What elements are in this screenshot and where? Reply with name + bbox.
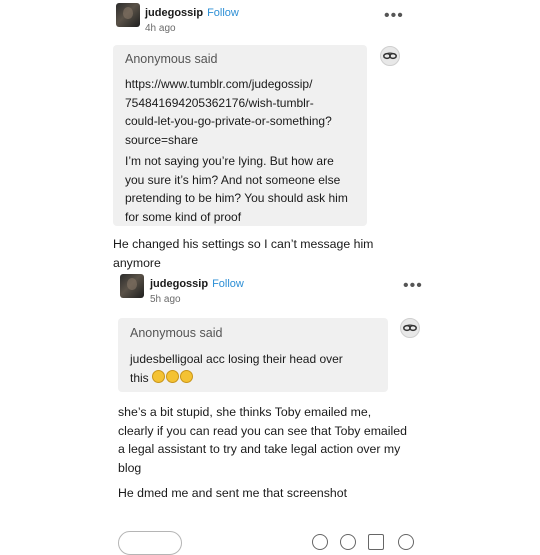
- post-header: judegossip Follow 5h ago: [150, 274, 244, 305]
- answer-line: she’s a bit stupid, she thinks Toby emai…: [118, 405, 372, 419]
- ask-question: judesbelligoal acc losing their head ove…: [130, 350, 380, 387]
- asker-name: Anonymous: [130, 326, 197, 340]
- reply-icon[interactable]: [340, 534, 356, 550]
- reblog-icon[interactable]: [368, 534, 384, 550]
- post-header: judegossip Follow 4h ago: [145, 3, 239, 34]
- post-time: 5h ago: [150, 294, 181, 305]
- crying-laughing-emoji-icon: [166, 369, 180, 383]
- avatar[interactable]: [120, 274, 144, 298]
- share-icon[interactable]: [312, 534, 328, 550]
- crying-laughing-emoji-icon: [152, 369, 166, 383]
- post-answer: He changed his settings so I can’t messa…: [113, 235, 413, 273]
- said-label: said: [194, 52, 218, 66]
- anonymous-mask-icon: [380, 46, 400, 66]
- question-line: pretending to be him? You should ask him: [125, 191, 348, 205]
- question-line: for some kind of proof: [125, 209, 242, 224]
- username-link[interactable]: judegossip: [145, 7, 203, 19]
- answer-line: clearly if you can read you can see that…: [118, 423, 407, 438]
- post-answer: she’s a bit stupid, she thinks Toby emai…: [118, 403, 428, 477]
- notes-button[interactable]: [118, 531, 182, 555]
- ask-link[interactable]: https://www.tumblr.com/judegossip/ 75484…: [125, 75, 361, 149]
- post-answer-2: He dmed me and sent me that screenshot: [118, 484, 428, 503]
- link-line: 754841694205362176/wish-tumblr-: [125, 95, 314, 110]
- like-heart-icon[interactable]: [398, 534, 414, 550]
- ask-card: Anonymous said https://www.tumblr.com/ju…: [113, 45, 367, 226]
- crying-laughing-emoji-icon: [180, 369, 194, 383]
- ask-question: I’m not saying you’re lying. But how are…: [125, 152, 365, 226]
- more-options-icon[interactable]: •••: [403, 278, 423, 294]
- link-line: could-let-you-go-private-or-something?: [125, 114, 332, 128]
- link-line: source=share: [125, 132, 199, 147]
- answer-line: anymore: [113, 256, 161, 270]
- answer-line: blog: [118, 460, 142, 475]
- post-time: 4h ago: [145, 23, 176, 34]
- avatar[interactable]: [116, 3, 140, 27]
- more-options-icon[interactable]: •••: [384, 8, 404, 24]
- answer-line: He changed his settings so I can’t messa…: [113, 237, 374, 251]
- question-line: this: [130, 370, 149, 385]
- answer-line: a legal assistant to try and take legal …: [118, 442, 401, 456]
- question-line: I’m not saying you’re lying. But how are: [125, 154, 334, 168]
- ask-header: Anonymous said: [130, 326, 222, 340]
- ask-card: Anonymous said judesbelligoal acc losing…: [118, 318, 388, 392]
- follow-button[interactable]: Follow: [207, 7, 239, 19]
- follow-button[interactable]: Follow: [212, 278, 244, 290]
- anonymous-mask-icon: [400, 318, 420, 338]
- username-link[interactable]: judegossip: [150, 278, 208, 290]
- asker-name: Anonymous: [125, 52, 192, 66]
- link-line: https://www.tumblr.com/judegossip/: [125, 77, 313, 91]
- question-line-with-emoji: this: [130, 369, 380, 388]
- question-line: judesbelligoal acc losing their head ove…: [130, 352, 343, 366]
- answer-line: He dmed me and sent me that screenshot: [118, 486, 347, 500]
- question-line: you sure it’s him? And not someone else: [125, 172, 341, 187]
- said-label: said: [199, 326, 223, 340]
- ask-header: Anonymous said: [125, 52, 217, 66]
